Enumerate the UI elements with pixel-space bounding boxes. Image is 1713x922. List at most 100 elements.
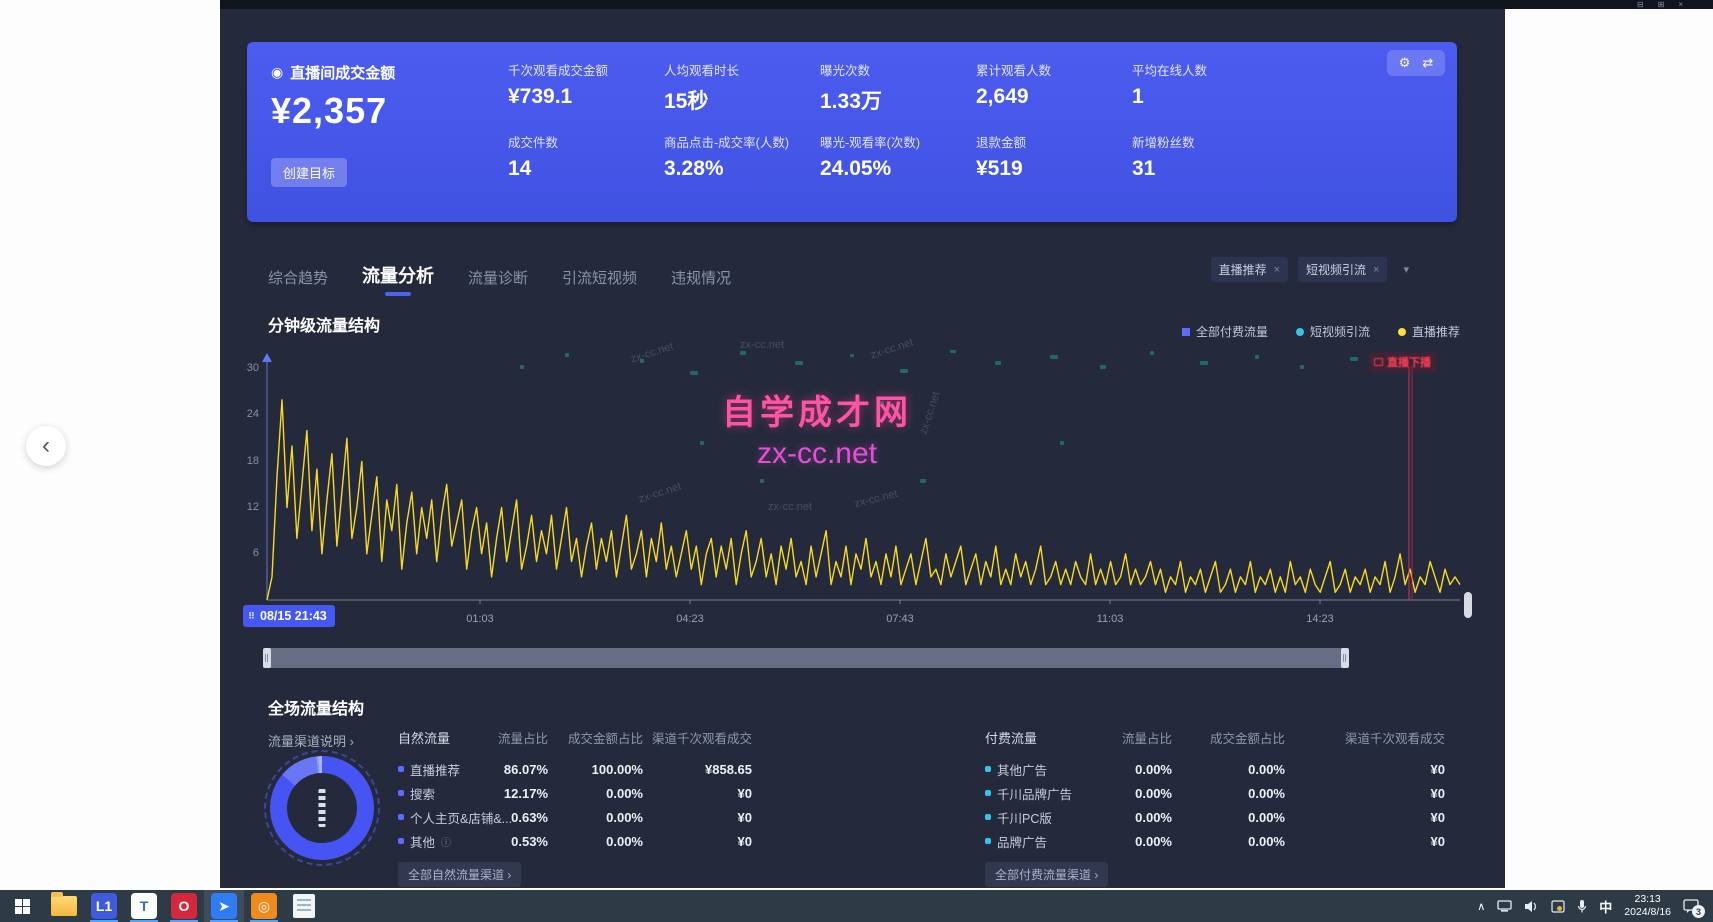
legend-item[interactable]: 短视频引流 [1296, 323, 1370, 340]
speck [850, 354, 854, 357]
speck [740, 351, 746, 355]
speck [1050, 355, 1058, 359]
per-1k-view-gmv: ¥858.65 [643, 762, 752, 777]
legend-marker [1296, 328, 1304, 336]
tv-icon [1374, 358, 1383, 366]
taskbar-app-app-o[interactable]: O [164, 890, 204, 922]
table-row: 其他广告 0.00% 0.00% ¥0 [985, 757, 1445, 781]
swap-icon[interactable]: ⇄ [1422, 55, 1433, 71]
tab-4[interactable]: 引流短视频 [562, 267, 637, 296]
traffic-share: 0.00% [1080, 834, 1172, 849]
traffic-donut-chart [270, 756, 374, 860]
y-tick-label: 6 [225, 547, 259, 559]
speck [1350, 357, 1358, 361]
kpi-metric: 成交件数 14 [508, 132, 664, 204]
speck [900, 369, 908, 373]
taskbar-app-app-t[interactable]: T [124, 890, 164, 922]
close-icon[interactable]: × [1678, 1, 1683, 9]
expand-icon[interactable]: ⊞ [1658, 1, 1665, 9]
microphone-icon[interactable] [1577, 899, 1587, 913]
column-header: 流量占比 [1080, 728, 1172, 747]
start-button[interactable] [0, 890, 44, 922]
network-icon[interactable] [1497, 900, 1512, 913]
info-icon[interactable]: ⓘ [441, 834, 451, 849]
brush-handle-left[interactable] [263, 648, 271, 668]
taskbar-app-notepad[interactable] [284, 890, 324, 922]
per-1k-view-gmv: ¥0 [643, 834, 752, 849]
tab-2[interactable]: 流量分析 [362, 262, 434, 296]
titlebar-controls[interactable]: ⊟ ⊞ × [1637, 0, 1683, 9]
x-tick-label: 04:23 [676, 613, 704, 625]
legend-item[interactable]: 直播推荐 [1398, 323, 1460, 340]
photos-icon[interactable] [1551, 900, 1565, 913]
legend-item[interactable]: 全部付费流量 [1182, 323, 1268, 340]
y-tick-label: 18 [225, 455, 259, 467]
table-row: 千川品牌广告 0.00% 0.00% ¥0 [985, 781, 1445, 805]
taskbar-app-browser-active[interactable]: ➤ [204, 890, 244, 922]
speck [700, 441, 704, 445]
tab-3[interactable]: 流量诊断 [468, 267, 528, 296]
ime-indicator[interactable]: 中 [1599, 897, 1612, 916]
metric-value: ¥519 [976, 157, 1132, 181]
taskbar-app-file-explorer[interactable] [44, 890, 84, 922]
kpi-metric: 平均在线人数 1 [1132, 60, 1288, 132]
system-tray: ∧ 中 23:13 2024/8/16 3 [1477, 890, 1713, 922]
time-cursor-badge[interactable]: ⠿ 08/15 21:43 [243, 605, 335, 627]
stream-end-label: 直播下播 [1387, 354, 1431, 370]
channel-name: 直播推荐 [398, 760, 488, 779]
chip-remove-icon[interactable]: × [1373, 264, 1379, 276]
kpi-metric: 新增粉丝数 31 [1132, 132, 1288, 204]
gear-icon[interactable]: ⚙ [1399, 55, 1411, 71]
speck [1100, 365, 1106, 369]
tiled-watermark: zx-cc.net [740, 339, 784, 351]
metric-value: 15秒 [664, 85, 820, 115]
chart-legend: 全部付费流量 短视频引流 直播推荐 [1182, 323, 1460, 340]
table-row: 其他 ⓘ 0.53% 0.00% ¥0 [398, 829, 752, 853]
chevron-down-icon[interactable]: ▾ [1397, 260, 1415, 279]
per-1k-view-gmv: ¥0 [1285, 810, 1445, 825]
notification-center-button[interactable]: 3 [1683, 899, 1699, 913]
traffic-share: 0.00% [1080, 810, 1172, 825]
channel-label: 品牌广告 [997, 832, 1047, 851]
traffic-share: 0.53% [488, 834, 548, 849]
gmv-share: 0.00% [1172, 762, 1285, 777]
chart-range-brush[interactable] [267, 648, 1345, 668]
kpi-title-row: ◉ 直播间成交金额 [271, 62, 395, 83]
filter-chip[interactable]: 直播推荐 × [1211, 257, 1288, 282]
filter-chip[interactable]: 短视频引流 × [1298, 257, 1387, 282]
volume-icon[interactable] [1524, 900, 1539, 913]
natural-all-channels-button[interactable]: 全部自然流量渠道 › [398, 862, 521, 887]
previous-image-button[interactable]: ‹ [26, 426, 66, 466]
speck [880, 401, 884, 405]
minimize-icon[interactable]: ⊟ [1637, 1, 1644, 9]
app-l1-icon: L1 [91, 893, 117, 919]
tab-1[interactable]: 综合趋势 [268, 267, 328, 296]
per-1k-view-gmv: ¥0 [643, 810, 752, 825]
create-goal-button[interactable]: 创建目标 [271, 158, 347, 187]
brush-handle-right[interactable] [1341, 648, 1349, 668]
kpi-metric: 商品点击-成交率(人数) 3.28% [664, 132, 820, 204]
channel-label: 千川品牌广告 [997, 784, 1072, 803]
x-tick-label: 14:23 [1306, 613, 1334, 625]
speck [1150, 351, 1154, 355]
channel-dot [985, 814, 991, 820]
tab-5[interactable]: 违规情况 [671, 267, 731, 296]
taskbar-app-app-l1[interactable]: L1 [84, 890, 124, 922]
stream-end-marker: 直播下播 [1369, 352, 1436, 372]
chip-remove-icon[interactable]: × [1274, 264, 1280, 276]
kpi-title: 直播间成交金额 [290, 62, 395, 83]
tray-chevron-icon[interactable]: ∧ [1477, 900, 1485, 913]
overall-section-title: 全场流量结构 [268, 695, 364, 719]
taskbar-clock[interactable]: 23:13 2024/8/16 [1624, 893, 1671, 919]
metric-label: 新增粉丝数 [1132, 132, 1288, 151]
minute-section-title: 分钟级流量结构 [268, 312, 380, 336]
viewer-titlebar: ⊟ ⊞ × [220, 0, 1713, 9]
taskbar-app-app-orange[interactable]: ◎ [244, 890, 284, 922]
page-scrollbar-thumb[interactable] [1464, 592, 1472, 618]
metric-label: 曝光次数 [820, 60, 976, 79]
kpi-tools[interactable]: ⚙ ⇄ [1387, 50, 1445, 76]
drag-grip-icon: ⠿ [248, 611, 255, 622]
paid-all-channels-button[interactable]: 全部付费流量渠道 › [985, 862, 1108, 887]
speck [795, 361, 803, 365]
channel-explain-link[interactable]: 流量渠道说明 › [268, 731, 354, 750]
